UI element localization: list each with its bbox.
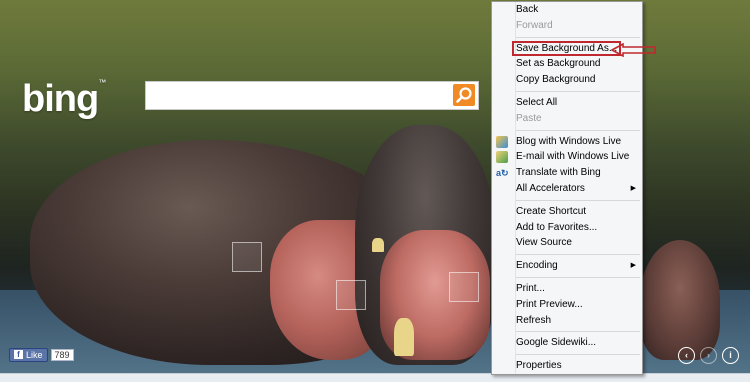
hippo-right [640, 240, 720, 360]
menu-separator [516, 90, 640, 92]
bing-logo-text: bing [22, 78, 99, 120]
menu-item-view-source[interactable]: View Source [492, 235, 642, 251]
menu-separator [516, 331, 640, 333]
bing-logo[interactable]: bing™ [22, 78, 106, 121]
trademark: ™ [98, 78, 106, 87]
image-hotspot[interactable] [336, 280, 366, 310]
image-hotspot[interactable] [449, 272, 479, 302]
menu-item-properties[interactable]: Properties [492, 358, 642, 374]
menu-separator [516, 276, 640, 278]
submenu-arrow-icon: ▶ [630, 262, 636, 270]
like-count: 789 [50, 348, 74, 361]
menu-item-copy-background[interactable]: Copy Background [492, 72, 642, 88]
menu-item-create-shortcut[interactable]: Create Shortcut [492, 204, 642, 220]
menu-separator [516, 129, 640, 131]
menu-separator [516, 199, 640, 201]
menu-separator [516, 254, 640, 256]
menu-item-set-as-background[interactable]: Set as Background [492, 56, 642, 72]
menu-item-add-to-favorites[interactable]: Add to Favorites... [492, 220, 642, 236]
annotation-arrow-icon [611, 43, 656, 57]
context-menu: Back Forward Save Background As... Set a… [491, 1, 643, 375]
image-hotspot[interactable] [232, 242, 262, 272]
menu-item-print[interactable]: Print... [492, 281, 642, 297]
image-navigation: ‹ › i [678, 347, 739, 364]
search-button[interactable] [453, 84, 475, 106]
submenu-arrow-icon: ▶ [630, 184, 636, 192]
menu-item-translate-with-bing[interactable]: a↻ Translate with Bing [492, 165, 642, 181]
search-box[interactable] [145, 81, 479, 110]
next-image-button[interactable]: › [700, 347, 717, 364]
menu-item-all-accelerators[interactable]: All Accelerators ▶ [492, 181, 642, 197]
menu-separator [516, 354, 640, 356]
translate-icon: a↻ [496, 168, 509, 179]
menu-item-blog-with-windows-live[interactable]: Blog with Windows Live [492, 134, 642, 150]
menu-separator [516, 36, 640, 38]
search-input[interactable] [146, 82, 454, 107]
facebook-icon: f [14, 350, 23, 359]
menu-item-paste: Paste [516, 112, 542, 124]
facebook-like-widget: f Like 789 [9, 347, 74, 362]
menu-item-print-preview[interactable]: Print Preview... [492, 297, 642, 313]
menu-item-email-with-windows-live[interactable]: E-mail with Windows Live [492, 149, 642, 165]
tusk [394, 318, 414, 356]
menu-item-refresh[interactable]: Refresh [492, 313, 642, 329]
facebook-like-button[interactable]: f Like [9, 347, 48, 362]
windows-live-mail-icon [496, 151, 508, 164]
info-icon: i [729, 350, 732, 360]
menu-item-back[interactable]: Back [492, 2, 642, 18]
tusk [372, 238, 384, 252]
chevron-left-icon: ‹ [685, 350, 688, 360]
info-button[interactable]: i [722, 347, 739, 364]
search-icon [456, 87, 472, 103]
menu-item-google-sidewiki[interactable]: Google Sidewiki... [492, 335, 642, 351]
menu-item-forward: Forward [516, 19, 553, 31]
previous-image-button[interactable]: ‹ [678, 347, 695, 364]
menu-item-encoding[interactable]: Encoding ▶ [492, 258, 642, 274]
windows-live-writer-icon [496, 135, 508, 148]
chevron-right-icon: › [707, 350, 710, 360]
like-label: Like [26, 349, 43, 360]
menu-item-select-all[interactable]: Select All [492, 95, 642, 111]
